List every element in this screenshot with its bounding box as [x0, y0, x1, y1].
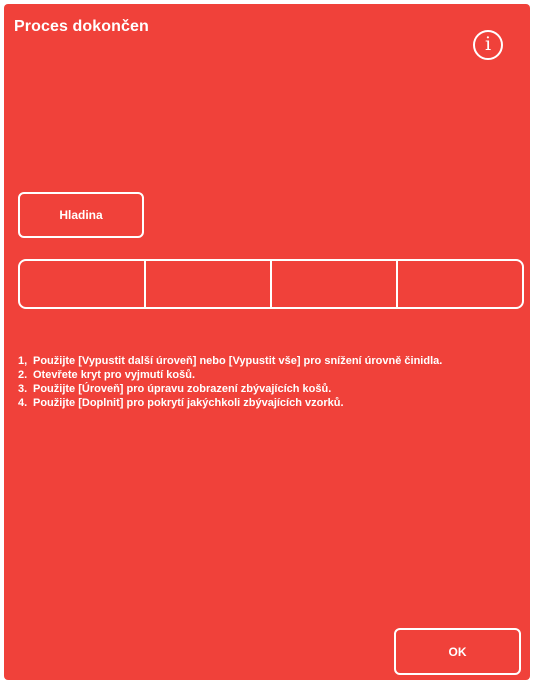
ok-button[interactable]: OK — [394, 628, 521, 675]
page-title: Proces dokončen — [14, 18, 149, 35]
basket-slot-1[interactable] — [20, 261, 146, 307]
info-icon: i — [484, 33, 492, 55]
instructions-list: 1, Použijte [Vypustit další úroveň] nebo… — [18, 354, 488, 410]
level-button[interactable]: Hladina — [18, 192, 144, 238]
instruction-text: Použijte [Vypustit další úroveň] nebo [V… — [33, 355, 443, 367]
instruction-step: 1, Použijte [Vypustit další úroveň] nebo… — [18, 354, 488, 368]
instruction-step: 4. Použijte [Doplnit] pro pokrytí jakých… — [18, 396, 488, 410]
basket-slot-3[interactable] — [272, 261, 398, 307]
basket-slot-4[interactable] — [398, 261, 522, 307]
instruction-step: 3. Použijte [Úroveň] pro úpravu zobrazen… — [18, 382, 488, 396]
instruction-number: 3. — [18, 383, 28, 395]
info-button[interactable]: i — [473, 30, 503, 60]
basket-level-bar — [18, 259, 524, 309]
process-complete-panel: Proces dokončen i Hladina 1, Použijte [V… — [4, 4, 530, 680]
basket-slot-2[interactable] — [146, 261, 272, 307]
instruction-text: Použijte [Doplnit] pro pokrytí jakýchkol… — [33, 397, 344, 409]
instruction-step: 2. Otevřete kryt pro vyjmutí košů. — [18, 368, 488, 382]
instruction-number: 2. — [18, 369, 28, 381]
instruction-number: 4. — [18, 397, 28, 409]
instruction-text: Použijte [Úroveň] pro úpravu zobrazení z… — [33, 383, 332, 395]
instruction-number: 1, — [18, 355, 28, 367]
instruction-text: Otevřete kryt pro vyjmutí košů. — [33, 369, 195, 381]
